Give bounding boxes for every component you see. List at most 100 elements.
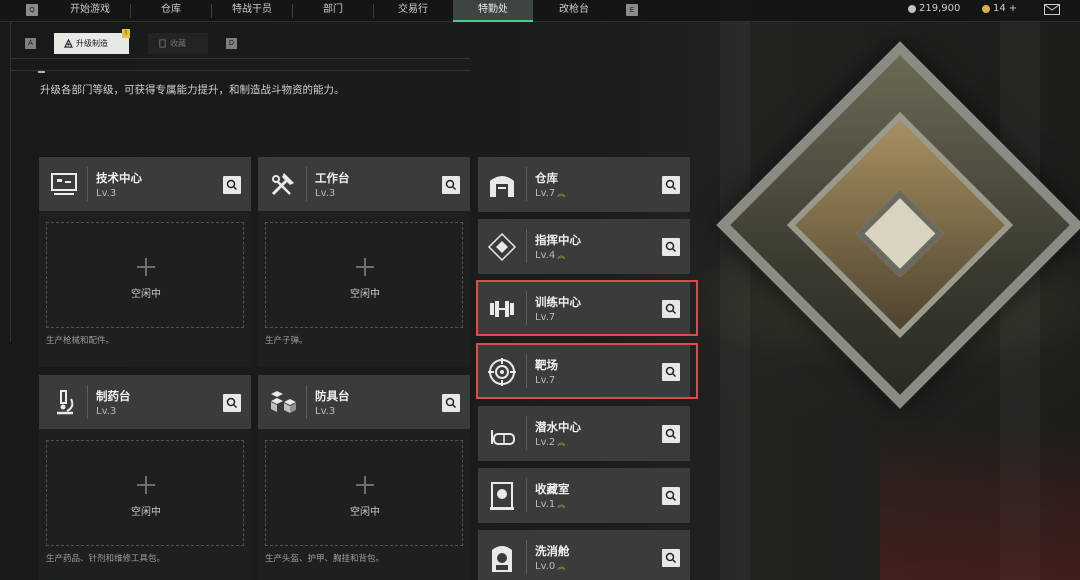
search-icon — [665, 303, 677, 315]
subnav-right-key: D — [226, 38, 237, 49]
card-header: 技术中心 Lv.3 — [39, 157, 251, 211]
facility-level: Lv.4 ︽ — [535, 250, 566, 261]
search-button[interactable] — [442, 394, 460, 412]
upgrade-arrow-icon: ︽ — [557, 188, 566, 198]
search-icon — [665, 241, 677, 253]
search-icon — [445, 179, 457, 191]
card-pharmacy[interactable]: 制药台 Lv.3 空闲中 生产药品、针剂和维修工具包。 — [39, 375, 251, 580]
collection-icon — [490, 482, 514, 510]
upgrade-arrow-icon: ︽ — [557, 437, 566, 447]
tab-special-ops[interactable]: 特勤处 — [453, 0, 533, 22]
card-workbench[interactable]: 工作台 Lv.3 空闲中 生产子弹。 — [258, 157, 470, 367]
facility-title: 靶场 — [535, 358, 558, 372]
nav-left-key: Q — [26, 4, 38, 16]
search-button[interactable] — [662, 300, 680, 318]
plus-icon — [137, 258, 155, 276]
premium-currency[interactable]: 14 + — [982, 3, 1017, 14]
card-level: Lv.3 — [96, 188, 117, 199]
slot-status: 空闲中 — [131, 289, 161, 300]
slot-status: 空闲中 — [350, 289, 380, 300]
page-description: 升级各部门等级，可获得专属能力提升，和制造战斗物资的能力。 — [40, 84, 345, 96]
card-title: 工作台 — [315, 171, 350, 185]
facility-level: Lv.0 ︽ — [535, 561, 566, 572]
tab-start-game[interactable]: 开始游戏 — [50, 0, 130, 22]
search-icon — [665, 490, 677, 502]
card-level: Lv.3 — [315, 188, 336, 199]
command-icon — [487, 232, 517, 262]
search-button[interactable] — [223, 176, 241, 194]
tools-icon — [271, 173, 294, 196]
search-icon — [665, 428, 677, 440]
production-slot[interactable]: 空闲中 — [265, 440, 463, 546]
card-title: 技术中心 — [96, 171, 142, 185]
subtab-collection-label: 收藏 — [170, 39, 186, 48]
computer-icon — [51, 173, 77, 195]
search-button[interactable] — [662, 487, 680, 505]
mail-icon[interactable] — [1044, 4, 1060, 15]
search-icon — [665, 366, 677, 378]
card-tech-center[interactable]: 技术中心 Lv.3 空闲中 生产枪械和配件。 — [39, 157, 251, 367]
facility-shooting-range[interactable]: 靶场 Lv.7 — [478, 344, 690, 399]
facility-collection-room[interactable]: 收藏室 Lv.1 ︽ — [478, 468, 690, 523]
subnav-left-key: A — [25, 38, 36, 49]
upgrade-arrow-icon: ︽ — [557, 250, 566, 260]
premium-amount: 14 — [993, 3, 1006, 14]
card-title: 防具台 — [315, 389, 350, 403]
search-button[interactable] — [662, 238, 680, 256]
plus-icon — [137, 476, 155, 494]
facility-title: 洗消舱 — [535, 544, 570, 558]
facility-level: Lv.7 — [535, 312, 556, 323]
facility-level: Lv.1 ︽ — [535, 499, 566, 510]
facility-level: Lv.2 ︽ — [535, 437, 566, 448]
card-level: Lv.3 — [96, 406, 117, 417]
facility-dive-center[interactable]: 潜水中心 Lv.2 ︽ — [478, 406, 690, 461]
facility-title: 指挥中心 — [535, 233, 581, 247]
card-footer: 生产枪械和配件。 — [46, 336, 115, 346]
slot-status: 空闲中 — [350, 507, 380, 518]
facility-training-center[interactable]: 训练中心 Lv.7 — [478, 281, 690, 336]
notification-badge: ! — [122, 29, 130, 38]
facility-storage[interactable]: 仓库 Lv.7 ︽ — [478, 157, 690, 212]
card-armor-bench[interactable]: 防具台 Lv.3 空闲中 生产头盔、护甲、胸挂和背包。 — [258, 375, 470, 580]
tab-trading[interactable]: 交易行 — [374, 0, 452, 22]
facility-decon-chamber[interactable]: 洗消舱 Lv.0 ︽ — [478, 530, 690, 580]
plus-icon — [356, 476, 374, 494]
tab-operators[interactable]: 特战干员 — [212, 0, 292, 22]
search-button[interactable] — [442, 176, 460, 194]
search-button[interactable] — [662, 549, 680, 567]
production-slot[interactable]: 空闲中 — [265, 222, 463, 328]
search-icon — [665, 552, 677, 564]
facility-level: Lv.7 — [535, 375, 556, 386]
card-header: 工作台 Lv.3 — [258, 157, 470, 211]
card-header: 防具台 Lv.3 — [258, 375, 470, 429]
microscope-icon — [57, 390, 74, 415]
facility-title: 仓库 — [535, 171, 558, 185]
premium-coin-icon — [982, 4, 990, 13]
upgrade-arrow-icon: ︽ — [557, 499, 566, 509]
search-button[interactable] — [662, 176, 680, 194]
currency-display: 219,900 — [908, 3, 960, 14]
description-marker — [38, 71, 45, 73]
cubes-icon — [271, 391, 296, 413]
card-footer: 生产子弹。 — [265, 336, 308, 346]
nav-right-key: E — [626, 4, 638, 16]
tab-department[interactable]: 部门 — [293, 0, 373, 22]
subtab-upgrade[interactable]: 升级制造 — [54, 33, 129, 54]
search-icon — [445, 397, 457, 409]
plus-icon — [356, 258, 374, 276]
tab-gunsmith[interactable]: 改枪台 — [534, 0, 614, 22]
production-slot[interactable]: 空闲中 — [46, 222, 244, 328]
facility-title: 收藏室 — [535, 482, 570, 496]
subtab-upgrade-label: 升级制造 — [76, 39, 108, 48]
card-title: 制药台 — [96, 389, 131, 403]
slot-status: 空闲中 — [131, 507, 161, 518]
premium-plus[interactable]: + — [1009, 3, 1017, 14]
subtab-collection[interactable]: 收藏 — [148, 33, 208, 54]
production-slot[interactable]: 空闲中 — [46, 440, 244, 546]
facility-command-center[interactable]: 指挥中心 Lv.4 ︽ — [478, 219, 690, 274]
tab-warehouse[interactable]: 仓库 — [131, 0, 211, 22]
search-button[interactable] — [662, 363, 680, 381]
search-button[interactable] — [223, 394, 241, 412]
search-button[interactable] — [662, 425, 680, 443]
dive-mask-icon — [491, 430, 515, 445]
